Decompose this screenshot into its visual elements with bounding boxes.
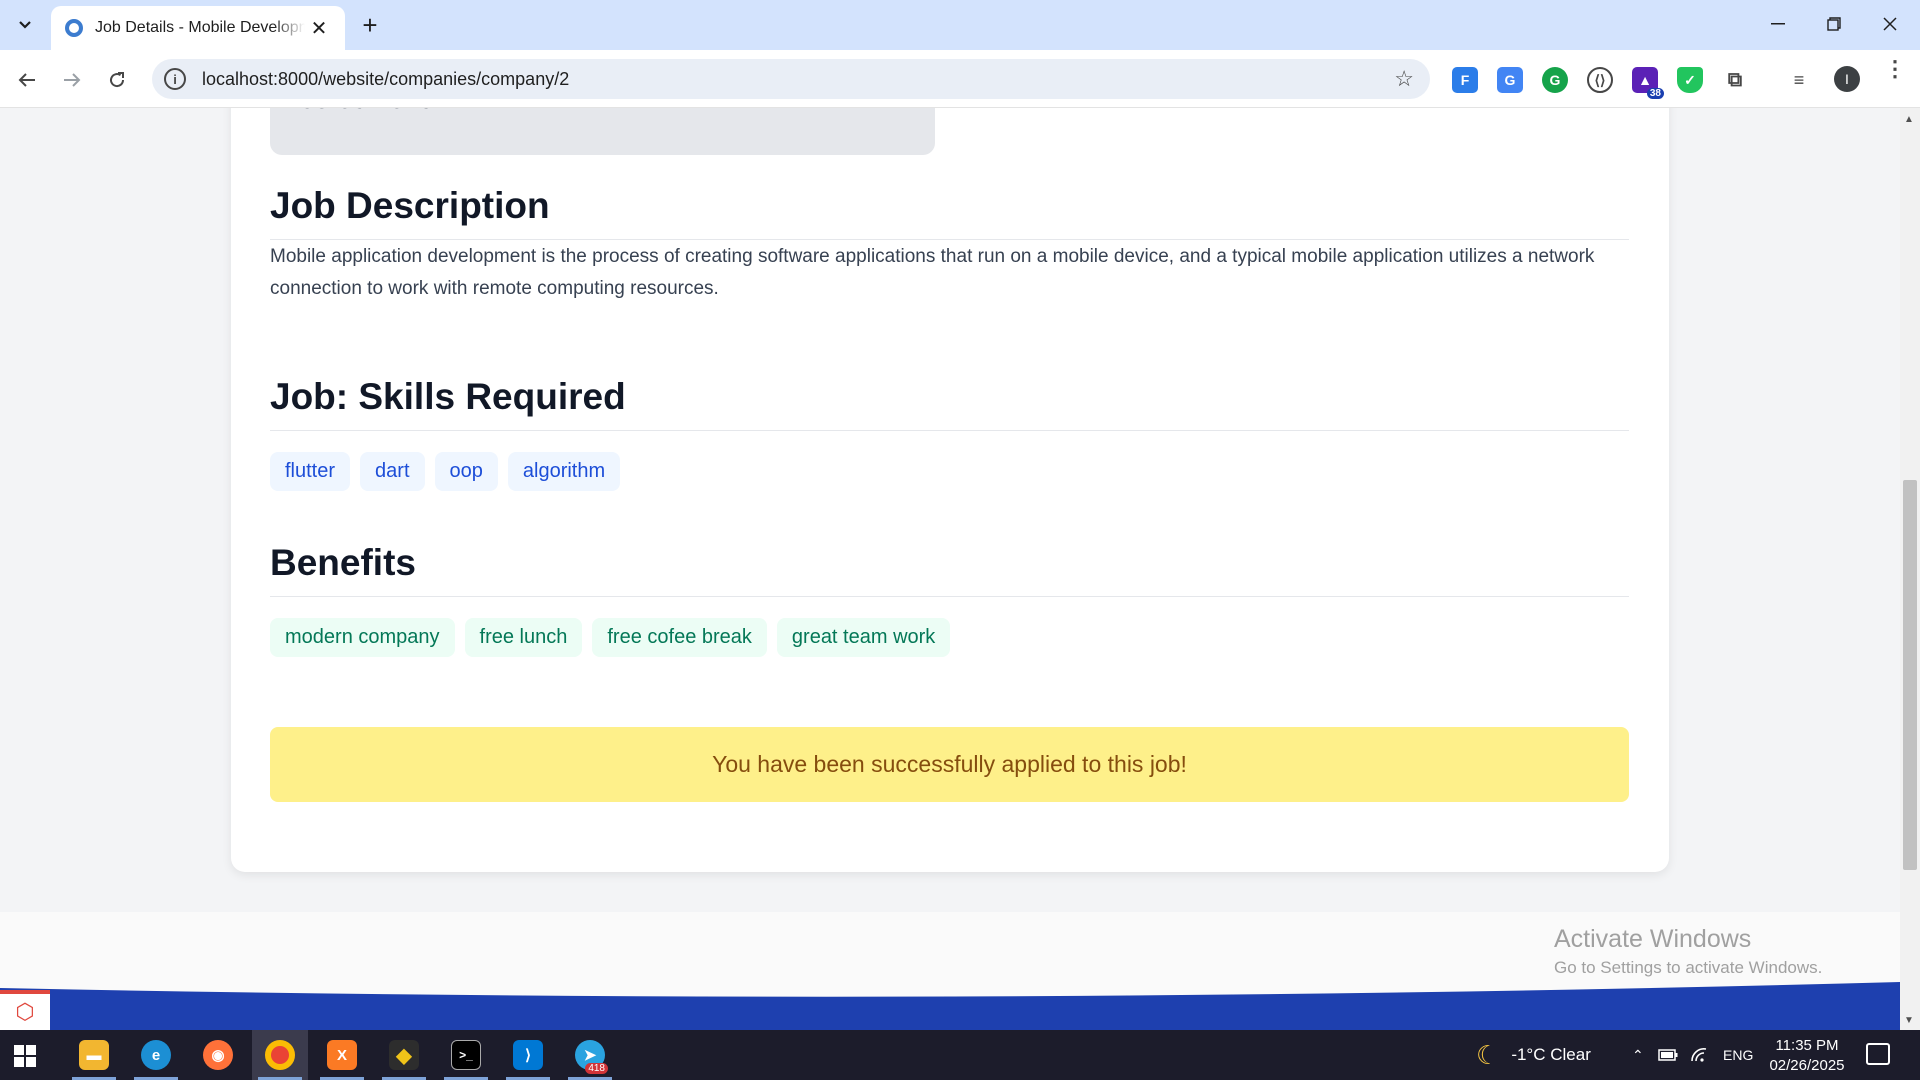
page-scrollbar[interactable]: ▲ ▼ <box>1900 108 1920 1030</box>
divider <box>270 239 1629 240</box>
scroll-thumb[interactable] <box>1903 480 1917 870</box>
url-text[interactable]: localhost:8000/website/companies/company… <box>202 69 569 90</box>
site-info-icon[interactable]: i <box>164 68 186 90</box>
date-box: 08-05-2025 <box>270 108 935 155</box>
taskbar-git[interactable]: ◆ <box>376 1030 432 1080</box>
forward-button[interactable] <box>54 62 90 98</box>
chevron-down-icon <box>19 21 31 29</box>
puzzle-icon[interactable]: ⧉ <box>1722 67 1748 93</box>
wifi-icon[interactable] <box>1690 1030 1708 1080</box>
tab-close-icon[interactable]: ✕ <box>307 16 331 41</box>
taskbar-xampp[interactable]: X <box>314 1030 370 1080</box>
back-button[interactable] <box>9 62 45 98</box>
folder-icon: ▬ <box>79 1040 109 1070</box>
benefit-chip: free lunch <box>464 618 583 657</box>
weather-text: -1°C Clear <box>1511 1045 1591 1064</box>
windows-taskbar: ▬ e ◉ X ◆ >_ ⟩ ➤ 418 ☾ -1°C Clear ⌃ ENG 1… <box>0 1030 1920 1080</box>
page-viewport: 08-05-2025 Job Description Mobile applic… <box>0 108 1900 1030</box>
terminal-icon: >_ <box>451 1040 481 1070</box>
grammarly-icon[interactable]: G <box>1542 67 1568 93</box>
benefit-chip: modern company <box>270 618 455 657</box>
browser-tab-active[interactable]: Job Details - Mobile Development ✕ <box>51 6 345 50</box>
skills-list: flutter dart oop algorithm <box>270 452 621 491</box>
telegram-badge: 418 <box>585 1063 608 1074</box>
browser-toolbar: i localhost:8000/website/companies/compa… <box>0 50 1920 108</box>
activate-title: Activate Windows <box>1554 925 1752 953</box>
taskbar-telegram[interactable]: ➤ 418 <box>562 1030 618 1080</box>
benefit-chip: free cofee break <box>592 618 767 657</box>
scroll-down-arrow-icon[interactable]: ▼ <box>1904 1015 1914 1026</box>
benefits-list: modern company free lunch free cofee bre… <box>270 618 951 657</box>
reload-icon <box>110 72 125 88</box>
benefits-heading: Benefits <box>270 542 416 583</box>
battery-icon[interactable] <box>1658 1030 1678 1080</box>
profile-avatar[interactable]: I <box>1834 66 1860 92</box>
edge-icon: e <box>141 1040 171 1070</box>
close-icon <box>1883 17 1897 31</box>
reload-button[interactable] <box>99 62 135 98</box>
skills-heading: Job: Skills Required <box>270 376 626 417</box>
skill-chip: dart <box>360 452 425 491</box>
taskbar-file-explorer[interactable]: ▬ <box>66 1030 122 1080</box>
address-bar[interactable]: i localhost:8000/website/companies/compa… <box>152 59 1430 99</box>
git-icon: ◆ <box>389 1040 419 1070</box>
skill-chip: oop <box>434 452 498 491</box>
taskbar-terminal[interactable]: >_ <box>438 1030 494 1080</box>
job-description-text: Mobile application development is the pr… <box>270 246 1595 299</box>
bookmark-star-icon[interactable]: ☆ <box>1394 66 1414 92</box>
arrow-left-icon <box>18 73 35 87</box>
restore-icon <box>1827 17 1841 31</box>
tray-overflow-icon[interactable]: ⌃ <box>1632 1030 1644 1080</box>
weather-widget[interactable]: ☾ -1°C Clear <box>1476 1030 1591 1080</box>
arrow-right-icon <box>64 73 81 87</box>
extension-code-icon[interactable]: ⟨⟩ <box>1587 67 1613 93</box>
activate-subtitle: Go to Settings to activate Windows. <box>1554 958 1823 977</box>
taskbar-chrome[interactable] <box>252 1030 308 1080</box>
scroll-up-arrow-icon[interactable]: ▲ <box>1904 114 1914 125</box>
chrome-icon <box>265 1040 295 1070</box>
tab-search-button[interactable] <box>9 10 41 40</box>
chrome-menu-icon[interactable]: ⋮ <box>1884 58 1906 80</box>
extension-badge: 38 <box>1646 88 1664 99</box>
shield-icon[interactable]: ✓ <box>1677 67 1703 93</box>
clock-date: 02/26/2025 <box>1769 1057 1845 1074</box>
extension-graduation-icon[interactable]: ▲ 38 <box>1632 67 1664 99</box>
taskbar-vscode[interactable]: ⟩ <box>500 1030 556 1080</box>
google-translate-icon[interactable]: G <box>1497 67 1523 93</box>
windows-start-icon[interactable] <box>14 1045 36 1067</box>
divider <box>270 596 1629 597</box>
benefit-chip: great team work <box>776 618 951 657</box>
extension-ft-icon[interactable]: F <box>1452 67 1478 93</box>
job-description-heading: Job Description <box>270 185 550 226</box>
skill-chip: algorithm <box>507 452 621 491</box>
restore-button[interactable] <box>1806 6 1862 42</box>
tab-favicon-icon <box>65 19 83 37</box>
activate-windows-watermark: Activate Windows Go to Settings to activ… <box>1554 925 1822 978</box>
tab-title: Job Details - Mobile Development <box>95 19 305 36</box>
new-tab-button[interactable]: + <box>354 10 386 40</box>
date-text: 08-05-2025 <box>300 108 433 115</box>
laravel-logo-icon: ⬡ <box>0 990 50 1030</box>
minimize-icon <box>1771 23 1785 25</box>
taskbar-firefox[interactable]: ◉ <box>190 1030 246 1080</box>
skill-chip: flutter <box>270 452 351 491</box>
moon-icon: ☾ <box>1476 1039 1500 1070</box>
clock-time: 11:35 PM <box>1775 1037 1839 1054</box>
success-alert: You have been successfully applied to th… <box>270 727 1629 802</box>
firefox-icon: ◉ <box>203 1040 233 1070</box>
vscode-icon: ⟩ <box>513 1040 543 1070</box>
browser-tab-bar: Job Details - Mobile Development ✕ + <box>0 0 1920 50</box>
divider <box>270 430 1629 431</box>
language-indicator[interactable]: ENG <box>1723 1030 1753 1080</box>
xampp-icon: X <box>327 1040 357 1070</box>
media-control-icon[interactable]: ≡ <box>1786 67 1812 93</box>
minimize-button[interactable] <box>1750 6 1806 42</box>
job-details-card: 08-05-2025 Job Description Mobile applic… <box>231 108 1669 872</box>
taskbar-edge[interactable]: e <box>128 1030 184 1080</box>
taskbar-clock[interactable]: 11:35 PM 02/26/2025 <box>1760 1036 1854 1076</box>
notification-icon[interactable] <box>1866 1043 1890 1065</box>
close-window-button[interactable] <box>1862 6 1918 42</box>
